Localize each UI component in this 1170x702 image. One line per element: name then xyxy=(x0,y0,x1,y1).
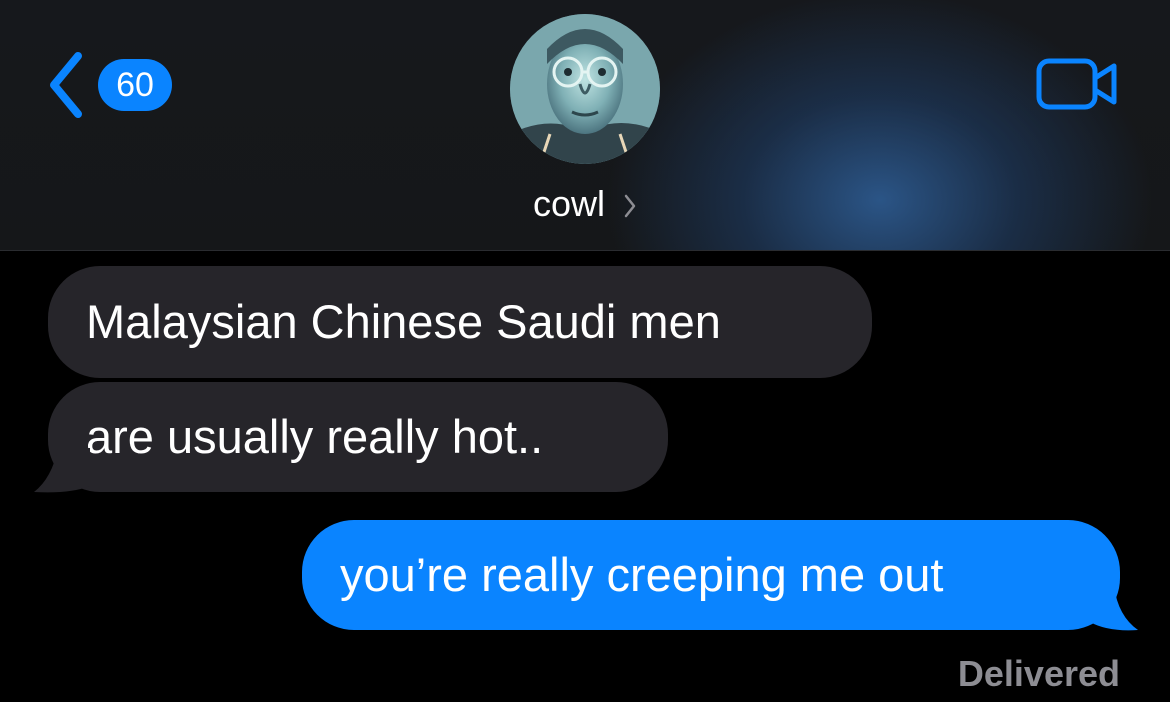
video-camera-icon[interactable] xyxy=(1036,58,1118,110)
message-bubble-incoming[interactable]: Malaysian Chinese Saudi men xyxy=(48,266,872,378)
message-bubble-incoming[interactable]: are usually really hot.. xyxy=(48,382,668,492)
message-bubble-outgoing[interactable]: you’re really creeping me out xyxy=(302,520,1120,630)
bubble-tail-outgoing xyxy=(1090,586,1138,631)
messages-screen: 60 cowl Malaysian Chinese Saudi men are … xyxy=(0,0,1170,702)
avatar-photo xyxy=(510,14,660,164)
chevron-left-icon xyxy=(50,52,82,118)
avatar[interactable] xyxy=(510,14,660,164)
back-button[interactable]: 60 xyxy=(44,50,172,120)
chevron-right-icon xyxy=(624,195,636,218)
conversation-header: 60 cowl xyxy=(0,0,1170,251)
contact-name-button[interactable]: cowl xyxy=(0,182,1170,226)
bubble-tail-incoming xyxy=(34,448,90,493)
unread-count-badge: 60 xyxy=(98,59,172,111)
contact-name: cowl xyxy=(532,183,605,224)
delivery-status: Delivered xyxy=(957,653,1120,694)
